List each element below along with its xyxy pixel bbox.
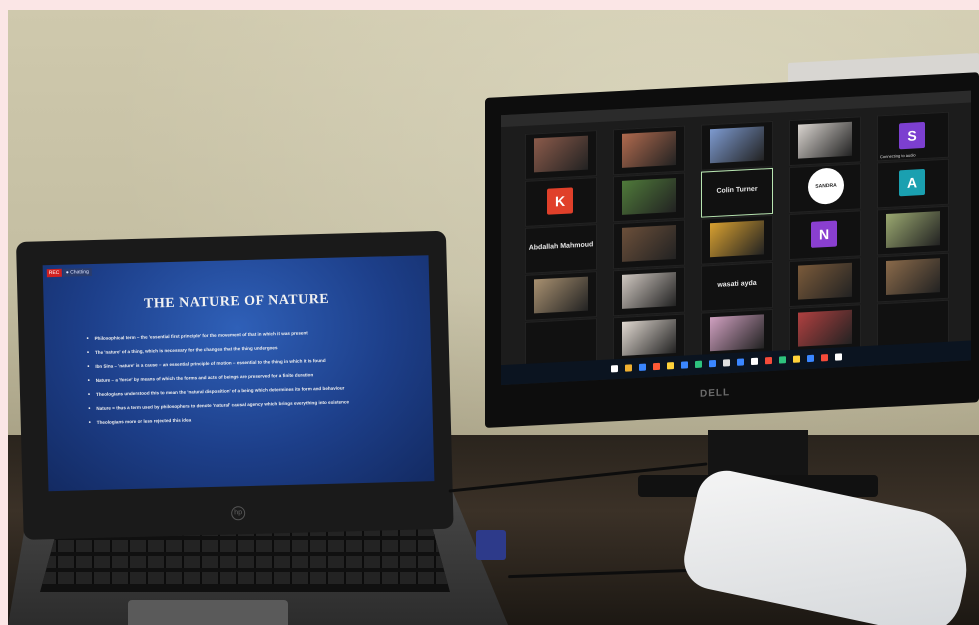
taskbar-app-icon[interactable] — [779, 356, 786, 364]
participant-avatar: N — [811, 220, 837, 248]
participant-video — [622, 318, 676, 356]
participant-avatar: S — [899, 121, 925, 150]
taskbar-app-icon[interactable] — [793, 355, 800, 363]
participant-tile[interactable] — [877, 252, 949, 303]
participant-avatar: A — [899, 168, 925, 197]
slide-bullet: Nature = thus a term used by philosopher… — [88, 398, 408, 412]
participant-video — [710, 126, 764, 164]
taskbar-app-icon[interactable] — [765, 356, 772, 365]
participant-video — [622, 271, 676, 309]
participant-video — [622, 130, 676, 168]
participant-tile[interactable]: SANDRA Frank — [789, 163, 861, 225]
participant-tile[interactable] — [877, 205, 949, 256]
monitor-screen: S Connecting to audio K Colin Turner SANDRA … — [501, 90, 971, 386]
participant-video — [710, 220, 764, 258]
participant-name: Colin Turner — [716, 185, 758, 195]
participant-tile[interactable] — [613, 172, 685, 223]
participant-tile[interactable] — [613, 266, 685, 317]
participant-tile[interactable]: Colin Turner — [701, 167, 773, 218]
taskbar-app-icon[interactable] — [639, 363, 646, 371]
slide-bullet: Philosophical term – the 'essential firs… — [86, 328, 406, 342]
taskbar-app-icon[interactable] — [807, 354, 814, 363]
participant-video — [622, 224, 676, 262]
hp-logo-icon: hp — [230, 506, 246, 521]
taskbar-app-icon[interactable] — [681, 361, 688, 369]
participant-video — [710, 314, 764, 352]
laptop-screen: REC ● Chatting THE NATURE OF NATURE Phil… — [42, 255, 435, 492]
participant-tile[interactable] — [525, 130, 597, 180]
participant-tile[interactable]: wasati ayda — [701, 261, 773, 312]
participant-video — [886, 211, 940, 248]
slide-bullet-list: Philosophical term – the 'essential firs… — [86, 328, 408, 434]
participant-tile[interactable] — [789, 116, 861, 167]
participant-video — [534, 135, 588, 173]
taskbar-app-icon[interactable] — [723, 359, 730, 367]
participant-video — [798, 262, 852, 300]
slide-title: THE NATURE OF NATURE — [143, 291, 330, 312]
participant-tile[interactable]: N — [789, 210, 861, 261]
participant-video — [798, 121, 852, 159]
participant-avatar: K — [547, 187, 573, 215]
participant-name: Abdallah Mahmoud — [528, 241, 594, 252]
participant-video — [798, 309, 852, 347]
slide-bullet: Ibn Sina – 'nature' is a cause – an esse… — [87, 356, 407, 370]
recording-badge: REC — [46, 268, 62, 278]
taskbar-app-icon[interactable] — [821, 354, 828, 362]
participant-tile[interactable] — [701, 214, 773, 265]
slide-bullet: Theologians more or less rejected this i… — [89, 412, 409, 426]
taskbar-app-icon[interactable] — [653, 362, 660, 371]
laptop-lid: REC ● Chatting THE NATURE OF NATURE Phil… — [16, 230, 454, 540]
monitor-brand-logo: DELL — [700, 387, 731, 400]
participant-tile[interactable]: Abdallah Mahmoud — [525, 224, 597, 274]
taskbar-app-icon[interactable] — [695, 360, 702, 368]
slide-bullet: The 'nature' of a thing, which is necess… — [87, 342, 407, 356]
vga-connector — [476, 530, 506, 560]
taskbar-app-icon[interactable] — [625, 364, 632, 372]
participant-video — [534, 276, 588, 314]
participant-name: wasati ayda — [717, 279, 757, 289]
participant-tile[interactable] — [613, 219, 685, 270]
taskbar-app-icon[interactable] — [737, 358, 744, 366]
video-gallery-grid: S Connecting to audio K Colin Turner SANDRA … — [525, 111, 965, 370]
participant-tile[interactable] — [525, 271, 597, 321]
participant-label: Connecting to audio — [880, 152, 916, 160]
participant-tile[interactable]: S Connecting to audio — [877, 111, 949, 162]
participant-video — [622, 177, 676, 215]
participant-tile[interactable] — [789, 257, 861, 308]
participant-logo: SANDRA Frank — [808, 167, 844, 225]
participant-tile[interactable]: K — [525, 177, 597, 227]
taskbar-app-icon[interactable] — [667, 362, 674, 370]
taskbar-app-icon[interactable] — [835, 353, 842, 361]
taskbar-app-icon[interactable] — [611, 365, 618, 373]
chat-badge: ● Chatting — [62, 268, 92, 277]
monitor: S Connecting to audio K Colin Turner SANDRA … — [485, 72, 979, 428]
taskbar-app-icon[interactable] — [751, 357, 758, 366]
photo-scene: S Connecting to audio K Colin Turner SANDRA … — [8, 10, 979, 625]
participant-tile[interactable] — [701, 120, 773, 171]
participant-tile[interactable] — [613, 125, 685, 176]
participant-tile[interactable]: A — [877, 158, 949, 209]
slide-bullet: Theologians understood this to mean the … — [88, 384, 408, 398]
laptop-touchpad — [128, 600, 288, 625]
taskbar-app-icon[interactable] — [709, 359, 716, 368]
participant-video — [886, 258, 940, 295]
slide-bullet: Nature – a 'force' by means of which the… — [88, 370, 408, 384]
